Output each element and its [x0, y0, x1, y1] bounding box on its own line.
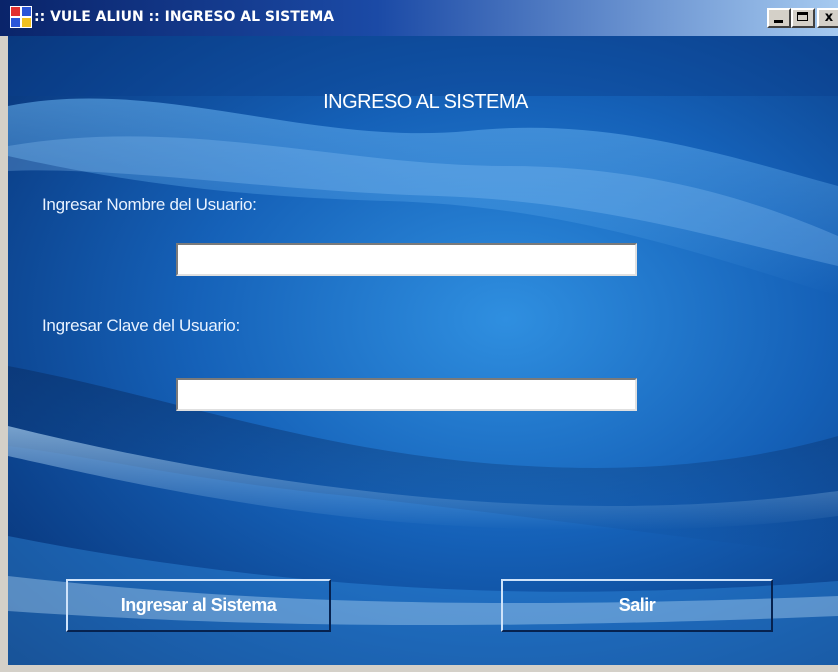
password-input[interactable]	[176, 378, 637, 411]
app-icon	[10, 6, 32, 28]
close-button[interactable]: x	[817, 8, 838, 28]
minimize-button[interactable]	[767, 8, 791, 28]
window-title: :: VULE ALIUN :: INGRESO AL SISTEMA	[34, 9, 335, 25]
username-input[interactable]	[176, 243, 637, 276]
maximize-button[interactable]	[791, 8, 815, 28]
exit-button[interactable]: Salir	[501, 579, 773, 632]
password-label: Ingresar Clave del Usuario:	[42, 316, 240, 335]
background-waves	[8, 36, 838, 665]
window-bottom-border	[0, 665, 838, 672]
close-icon: x	[824, 10, 834, 25]
form-heading: INGRESO AL SISTEMA	[323, 91, 528, 113]
form-panel: INGRESO AL SISTEMA Ingresar Nombre del U…	[8, 36, 838, 665]
minimize-icon	[774, 20, 783, 23]
username-label: Ingresar Nombre del Usuario:	[42, 195, 257, 214]
login-window: :: VULE ALIUN :: INGRESO AL SISTEMA x IN…	[0, 0, 838, 672]
maximize-icon	[797, 12, 808, 21]
login-button[interactable]: Ingresar al Sistema	[66, 579, 331, 632]
title-bar[interactable]: :: VULE ALIUN :: INGRESO AL SISTEMA x	[0, 0, 838, 36]
